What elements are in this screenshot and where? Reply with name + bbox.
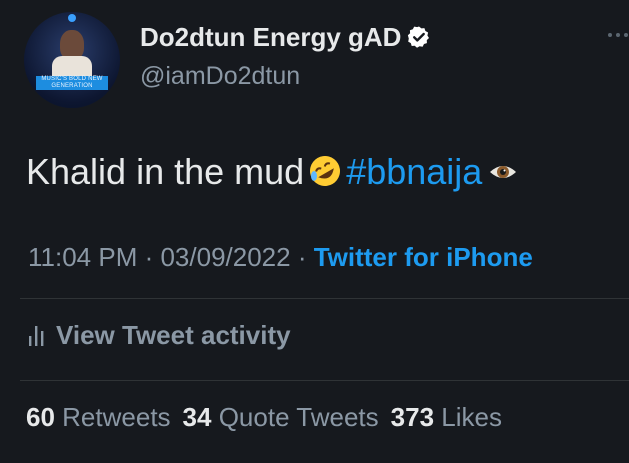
meta-separator: · <box>137 242 161 272</box>
divider <box>20 298 629 299</box>
verified-badge-icon <box>408 26 430 48</box>
avatar-banner-text: MUSIC'S BOLD NEW GENERATION <box>41 76 103 89</box>
bar-chart-icon <box>29 326 44 346</box>
avatar-badge <box>68 14 76 22</box>
tweet-source-link[interactable]: Twitter for iPhone <box>314 242 533 272</box>
display-name[interactable]: Do2dtun Energy gAD <box>140 22 401 52</box>
divider <box>20 380 629 381</box>
likes-stat[interactable]: 373 Likes <box>391 402 502 432</box>
view-tweet-activity-button[interactable]: View Tweet activity <box>28 320 291 351</box>
meta-separator: · <box>290 242 314 272</box>
likes-label: Likes <box>441 402 502 432</box>
retweets-label: Retweets <box>62 402 171 432</box>
quote-tweets-label: Quote Tweets <box>218 402 379 432</box>
retweets-count: 60 <box>26 402 55 432</box>
eye-emoji-icon <box>490 166 517 178</box>
tweet-body-text: Khalid in the mud <box>26 151 305 192</box>
tweet-date[interactable]: 03/09/2022 <box>160 242 290 272</box>
view-tweet-activity-label: View Tweet activity <box>56 320 291 350</box>
tweet-text: Khalid in the mud #bbnaija <box>26 150 518 194</box>
hashtag-link[interactable]: #bbnaija <box>346 151 482 192</box>
tweet-detail: MUSIC'S BOLD NEW GENERATION Do2dtun Ener… <box>0 0 629 463</box>
tweet-metadata: 11:04 PM · 03/09/2022 · Twitter for iPho… <box>28 242 533 273</box>
tweet-stats: 60 Retweets 34 Quote Tweets 373 Likes <box>26 402 502 433</box>
retweets-stat[interactable]: 60 Retweets <box>26 402 171 432</box>
likes-count: 373 <box>390 402 435 432</box>
quote-tweets-count: 34 <box>182 402 212 432</box>
display-name-row[interactable]: Do2dtun Energy gAD <box>140 22 431 53</box>
avatar[interactable]: MUSIC'S BOLD NEW GENERATION <box>24 12 120 108</box>
tweet-time[interactable]: 11:04 PM <box>28 242 137 272</box>
rolling-on-floor-laughing-emoji-icon <box>310 156 341 186</box>
quote-tweets-stat[interactable]: 34 Quote Tweets <box>183 402 379 432</box>
more-options-icon[interactable] <box>607 30 629 40</box>
user-handle[interactable]: @iamDo2dtun <box>140 62 300 91</box>
